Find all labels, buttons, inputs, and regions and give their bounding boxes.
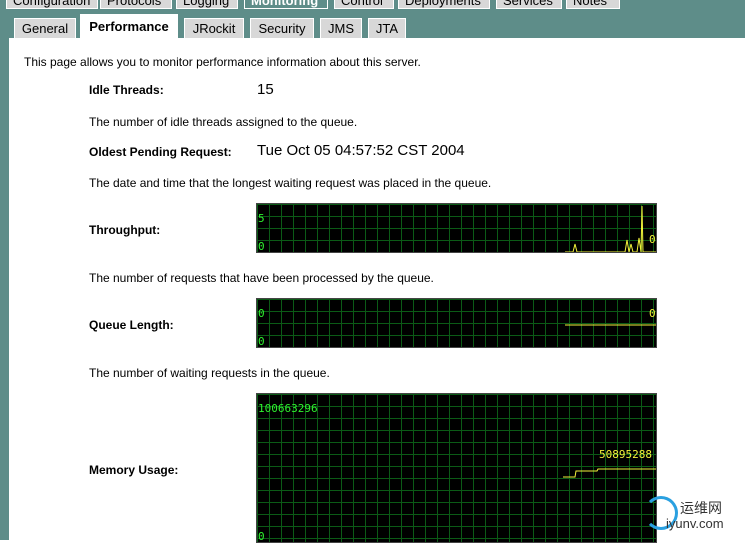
throughput-description: The number of requests that have been pr… — [89, 271, 434, 285]
memory-usage-min-label: 0 — [258, 530, 265, 543]
watermark-en-text: iyunv.com — [666, 516, 724, 531]
tab-jms[interactable]: JMS — [320, 18, 362, 38]
throughput-current-label: 0 — [649, 233, 656, 246]
oldest-pending-request-label: Oldest Pending Request: — [89, 145, 232, 159]
queue-length-min-label: 0 — [258, 335, 265, 348]
throughput-max-label: 5 — [258, 212, 265, 225]
oldest-pending-request-value: Tue Oct 05 04:57:52 CST 2004 — [257, 142, 465, 159]
top-tab-protocols[interactable]: Protocols — [100, 0, 172, 9]
idle-threads-label: Idle Threads: — [89, 83, 164, 97]
throughput-min-label: 0 — [258, 240, 265, 253]
tab-jrockit[interactable]: JRockit — [184, 18, 244, 38]
queue-length-label: Queue Length: — [89, 318, 174, 332]
watermark-logo: 运维网 iyunv.com — [640, 490, 745, 540]
queue-length-max-label: 0 — [258, 307, 265, 320]
idle-threads-description: The number of idle threads assigned to t… — [89, 115, 358, 129]
memory-usage-trace — [563, 468, 656, 478]
memory-usage-label: Memory Usage: — [89, 463, 179, 477]
idle-threads-value: 15 — [257, 81, 274, 98]
top-tab-logging[interactable]: Logging — [176, 0, 238, 9]
top-tab-configuration[interactable]: Configuration — [6, 0, 98, 9]
top-tab-deployments[interactable]: Deployments — [398, 0, 490, 9]
throughput-trace — [565, 205, 656, 252]
page-intro: This page allows you to monitor performa… — [24, 55, 421, 69]
memory-usage-max-label: 100663296 — [258, 402, 318, 415]
content-frame-left — [0, 10, 8, 540]
throughput-graph: 5 0 0 — [256, 203, 657, 253]
top-tab-monitoring[interactable]: Monitoring — [244, 0, 328, 9]
memory-usage-current-label: 50895288 — [599, 448, 652, 461]
sub-tab-row: General Performance JRockit Security JMS… — [0, 10, 745, 39]
oldest-pending-request-description: The date and time that the longest waiti… — [89, 176, 492, 190]
tab-jta[interactable]: JTA — [368, 18, 406, 38]
top-tab-notes[interactable]: Notes — [566, 0, 620, 9]
tab-security[interactable]: Security — [250, 18, 314, 38]
queue-length-current-label: 0 — [649, 307, 656, 320]
top-tab-control[interactable]: Control — [334, 0, 394, 9]
top-tab-services[interactable]: Services — [496, 0, 562, 9]
tab-general[interactable]: General — [14, 18, 76, 38]
memory-usage-graph: 100663296 0 50895288 — [256, 393, 657, 543]
watermark-cn-text: 运维网 — [680, 500, 722, 516]
throughput-label: Throughput: — [89, 223, 161, 237]
queue-length-trace — [565, 324, 656, 326]
tab-performance[interactable]: Performance — [80, 14, 178, 39]
queue-length-graph: 0 0 0 — [256, 298, 657, 348]
queue-length-description: The number of waiting requests in the qu… — [89, 366, 330, 380]
top-tab-strip: Configuration Protocols Logging Monitori… — [0, 0, 745, 10]
